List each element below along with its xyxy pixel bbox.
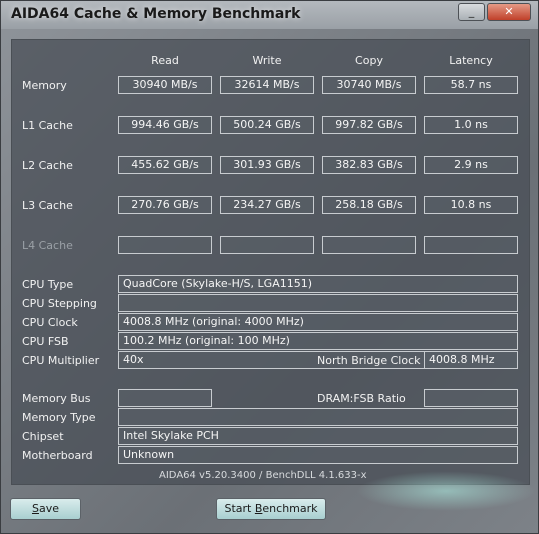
benchmark-window: AIDA64 Cache & Memory Benchmark _ ✕ Read… [0, 0, 539, 534]
l3-latency-value: 10.8 ns [424, 196, 518, 214]
cpu-stepping-value [118, 294, 518, 312]
save-accel: S [31, 502, 39, 515]
chipset-label: Chipset [22, 430, 64, 443]
background-glow [356, 471, 536, 511]
memory-type-label: Memory Type [22, 411, 96, 424]
l4-latency-value [424, 236, 518, 254]
save-button[interactable]: Save [10, 498, 81, 520]
row-label-l1: L1 Cache [22, 119, 73, 132]
l4-copy-value [322, 236, 416, 254]
cpu-type-label: CPU Type [22, 278, 74, 291]
cpu-clock-label: CPU Clock [22, 316, 78, 329]
motherboard-value: Unknown [118, 446, 518, 464]
l2-latency-value: 2.9 ns [424, 156, 518, 174]
start-benchmark-button[interactable]: Start Benchmark [216, 498, 326, 520]
row-label-l4: L4 Cache [22, 239, 73, 252]
cpu-clock-value: 4008.8 MHz (original: 4000 MHz) [118, 313, 518, 331]
l3-write-value: 234.27 GB/s [220, 196, 314, 214]
start-rest: enchmark [262, 502, 318, 515]
north-bridge-clock-label: North Bridge Clock [317, 354, 421, 367]
cpu-fsb-value: 100.2 MHz (original: 100 MHz) [118, 332, 518, 350]
cpu-multiplier-text: 40x [123, 353, 144, 366]
save-rest: ave [38, 502, 59, 515]
memory-latency-value: 58.7 ns [424, 76, 518, 94]
header-write: Write [252, 54, 282, 67]
row-label-memory: Memory [22, 79, 67, 92]
memory-write-value: 32614 MB/s [220, 76, 314, 94]
motherboard-label: Motherboard [22, 449, 93, 462]
memory-type-value [118, 408, 518, 426]
row-label-l3: L3 Cache [22, 199, 73, 212]
l1-copy-value: 997.82 GB/s [322, 116, 416, 134]
header-read: Read [151, 54, 179, 67]
cpu-type-value: QuadCore (Skylake-H/S, LGA1151) [118, 275, 518, 293]
dram-fsb-ratio-label: DRAM:FSB Ratio [317, 392, 406, 405]
l2-read-value: 455.62 GB/s [118, 156, 212, 174]
l3-read-value: 270.76 GB/s [118, 196, 212, 214]
l4-read-value [118, 236, 212, 254]
memory-bus-label: Memory Bus [22, 392, 91, 405]
cpu-multiplier-label: CPU Multiplier [22, 354, 100, 367]
memory-read-value: 30940 MB/s [118, 76, 212, 94]
memory-bus-value [118, 389, 212, 407]
cpu-stepping-label: CPU Stepping [22, 297, 97, 310]
start-pre: Start [224, 502, 255, 515]
north-bridge-clock-value: 4008.8 MHz [424, 351, 518, 369]
dram-fsb-ratio-value [424, 389, 518, 407]
chipset-value: Intel Skylake PCH [118, 427, 518, 445]
row-label-l2: L2 Cache [22, 159, 73, 172]
memory-copy-value: 30740 MB/s [322, 76, 416, 94]
l1-read-value: 994.46 GB/s [118, 116, 212, 134]
l2-copy-value: 382.83 GB/s [322, 156, 416, 174]
l2-write-value: 301.93 GB/s [220, 156, 314, 174]
window-title: AIDA64 Cache & Memory Benchmark [11, 6, 301, 22]
title-bar: AIDA64 Cache & Memory Benchmark _ ✕ [1, 1, 538, 29]
l4-write-value [220, 236, 314, 254]
header-copy: Copy [355, 54, 383, 67]
l1-write-value: 500.24 GB/s [220, 116, 314, 134]
l3-copy-value: 258.18 GB/s [322, 196, 416, 214]
header-latency: Latency [449, 54, 493, 67]
minimize-button[interactable]: _ [458, 3, 485, 21]
version-footer: AIDA64 v5.20.3400 / BenchDLL 4.1.633-x [159, 470, 367, 481]
close-button[interactable]: ✕ [487, 3, 531, 21]
cpu-fsb-label: CPU FSB [22, 335, 69, 348]
l1-latency-value: 1.0 ns [424, 116, 518, 134]
